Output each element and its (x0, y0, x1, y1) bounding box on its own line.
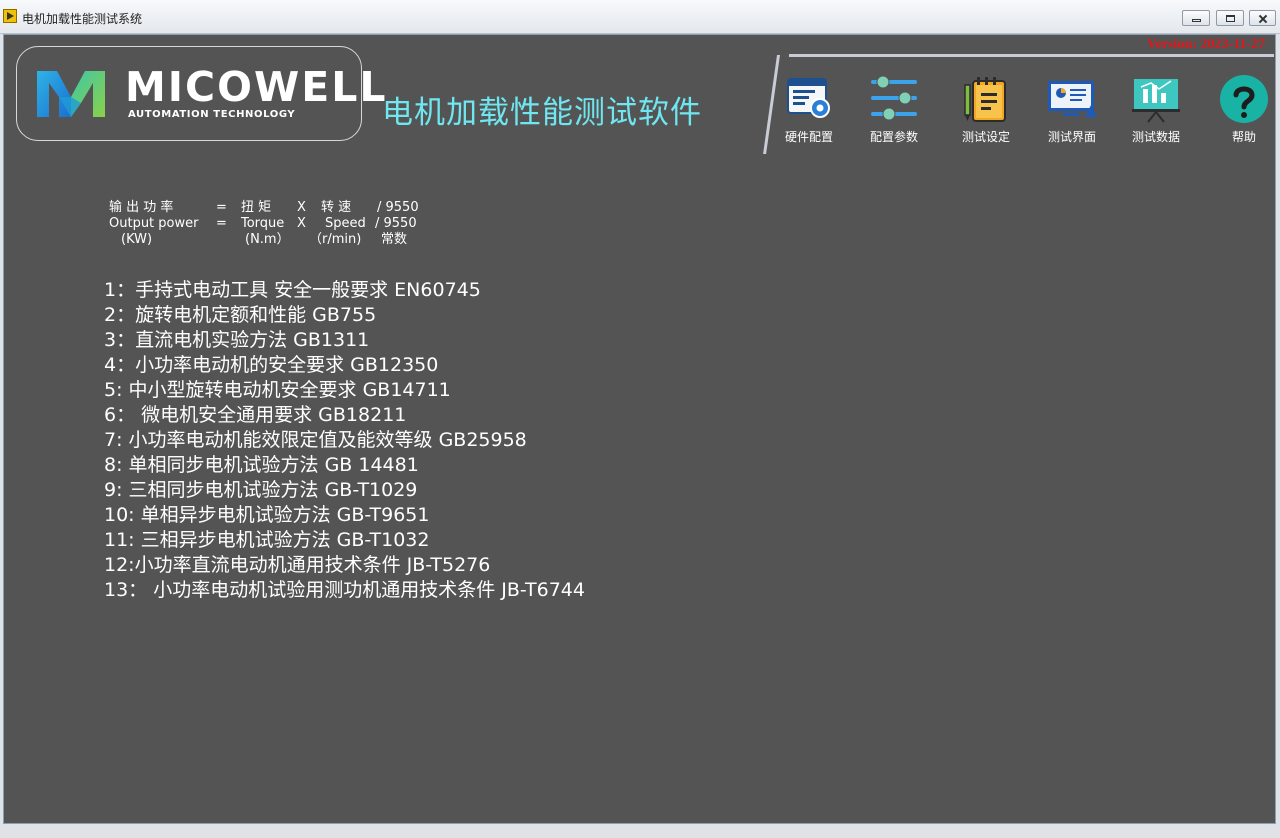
formula-equals: = (216, 216, 227, 231)
list-item: 4：小功率电动机的安全要求 GB12350 (104, 354, 439, 376)
maximize-icon (1217, 11, 1243, 25)
config-params-button[interactable]: 配置参数 (855, 73, 933, 145)
formula-unit: (N.m） (245, 232, 290, 247)
hardware-config-label: 硬件配置 (784, 130, 833, 144)
app-title: 电机加载性能测试软件 (382, 95, 702, 131)
hardware-config-button[interactable]: 硬件配置 (770, 73, 848, 145)
window-bottom-edge (0, 824, 1280, 838)
company-logo: MICOWELL AUTOMATION TECHNOLOGY (16, 46, 385, 141)
test-data-label: 测试数据 (1131, 130, 1180, 144)
minimize-icon (1183, 11, 1209, 25)
monitor-icon (1048, 81, 1097, 117)
window-title: 电机加载性能测试系统 (22, 12, 143, 26)
formula-times: X (297, 216, 306, 231)
test-data-button[interactable]: 测试数据 (1117, 73, 1195, 145)
list-item: 7: 小功率电动机能效限定值及能效等级 GB25958 (104, 429, 527, 451)
list-item: 10: 单相异步电机试验方法 GB-T9651 (104, 504, 430, 526)
toolbar-divider (789, 54, 1274, 57)
window-titlebar: 电机加载性能测试系统 (0, 0, 1280, 34)
list-item: 6： 微电机安全通用要求 GB18211 (104, 404, 407, 426)
maximize-button[interactable] (1216, 10, 1244, 26)
logo-tagline: AUTOMATION TECHNOLOGY (128, 109, 296, 120)
close-button[interactable] (1249, 10, 1276, 26)
list-item: 12:小功率直流电动机通用技术条件 JB-T5276 (104, 554, 491, 576)
formula-equals: = (216, 200, 227, 215)
labview-app-icon (3, 9, 17, 23)
formula-row-cn: 输 出 功 率 = 扭 矩 X 转 速 / 9550 (109, 200, 449, 216)
test-interface-button[interactable]: 测试界面 (1033, 73, 1111, 145)
list-item: 1：手持式电动工具 安全一般要求 EN60745 (104, 279, 481, 301)
version-label: Version: 2023-11-27 (1146, 37, 1265, 52)
test-settings-label: 测试设定 (961, 130, 1010, 144)
test-settings-button[interactable]: 测试设定 (947, 73, 1025, 145)
minimize-button[interactable] (1182, 10, 1210, 26)
formula-unit: 常数 (381, 232, 408, 247)
formula-term: 转 速 (321, 200, 352, 215)
notepad-icon (964, 77, 1006, 122)
list-item: 8: 单相同步电机试验方法 GB 14481 (104, 454, 419, 476)
test-interface-label: 测试界面 (1047, 130, 1096, 144)
hardware-config-icon (787, 78, 830, 118)
help-icon (1220, 75, 1268, 123)
config-params-label: 配置参数 (869, 130, 918, 144)
sliders-icon (871, 75, 917, 121)
help-button[interactable]: 帮助 (1206, 73, 1280, 145)
micowell-logo-icon (37, 71, 105, 117)
logo-wordmark: MICOWELL (125, 63, 388, 111)
formula-term: Torque (241, 216, 285, 231)
formula-row-units: (KW) (N.m） （r/min) 常数 (109, 232, 449, 248)
formula-row-en: Output power = Torque X Speed / 9550 (109, 216, 449, 232)
list-item: 3：直流电机实验方法 GB1311 (104, 329, 370, 351)
formula-term: Output power (109, 216, 199, 231)
output-power-formula: 输 出 功 率 = 扭 矩 X 转 速 / 9550 Output power … (109, 200, 449, 248)
list-item: 9: 三相同步电机试验方法 GB-T1029 (104, 479, 418, 501)
main-panel: Version: 2023-11-27 MICOWELL AUTOMATION … (3, 34, 1276, 824)
list-item: 5: 中小型旋转电动机安全要求 GB14711 (104, 379, 451, 401)
help-label: 帮助 (1231, 130, 1256, 144)
formula-term: Speed (325, 216, 366, 231)
list-item: 2：旋转电机定额和性能 GB755 (104, 304, 377, 326)
list-item: 11: 三相异步电机试验方法 GB-T1032 (104, 529, 430, 551)
formula-term: 输 出 功 率 (109, 200, 174, 215)
formula-unit: （r/min) (309, 232, 362, 247)
formula-unit: (KW) (121, 232, 153, 247)
formula-times: X (297, 200, 306, 215)
formula-term: 扭 矩 (241, 200, 272, 215)
formula-term: / 9550 (375, 216, 417, 231)
chart-board-icon (1132, 79, 1180, 123)
list-item: 13： 小功率电动机试验用测功机通用技术条件 JB-T6744 (104, 579, 585, 601)
formula-term: / 9550 (377, 200, 419, 215)
close-icon (1250, 11, 1275, 25)
standards-list: 1：手持式电动工具 安全一般要求 EN60745 2：旋转电机定额和性能 GB7… (104, 278, 585, 603)
